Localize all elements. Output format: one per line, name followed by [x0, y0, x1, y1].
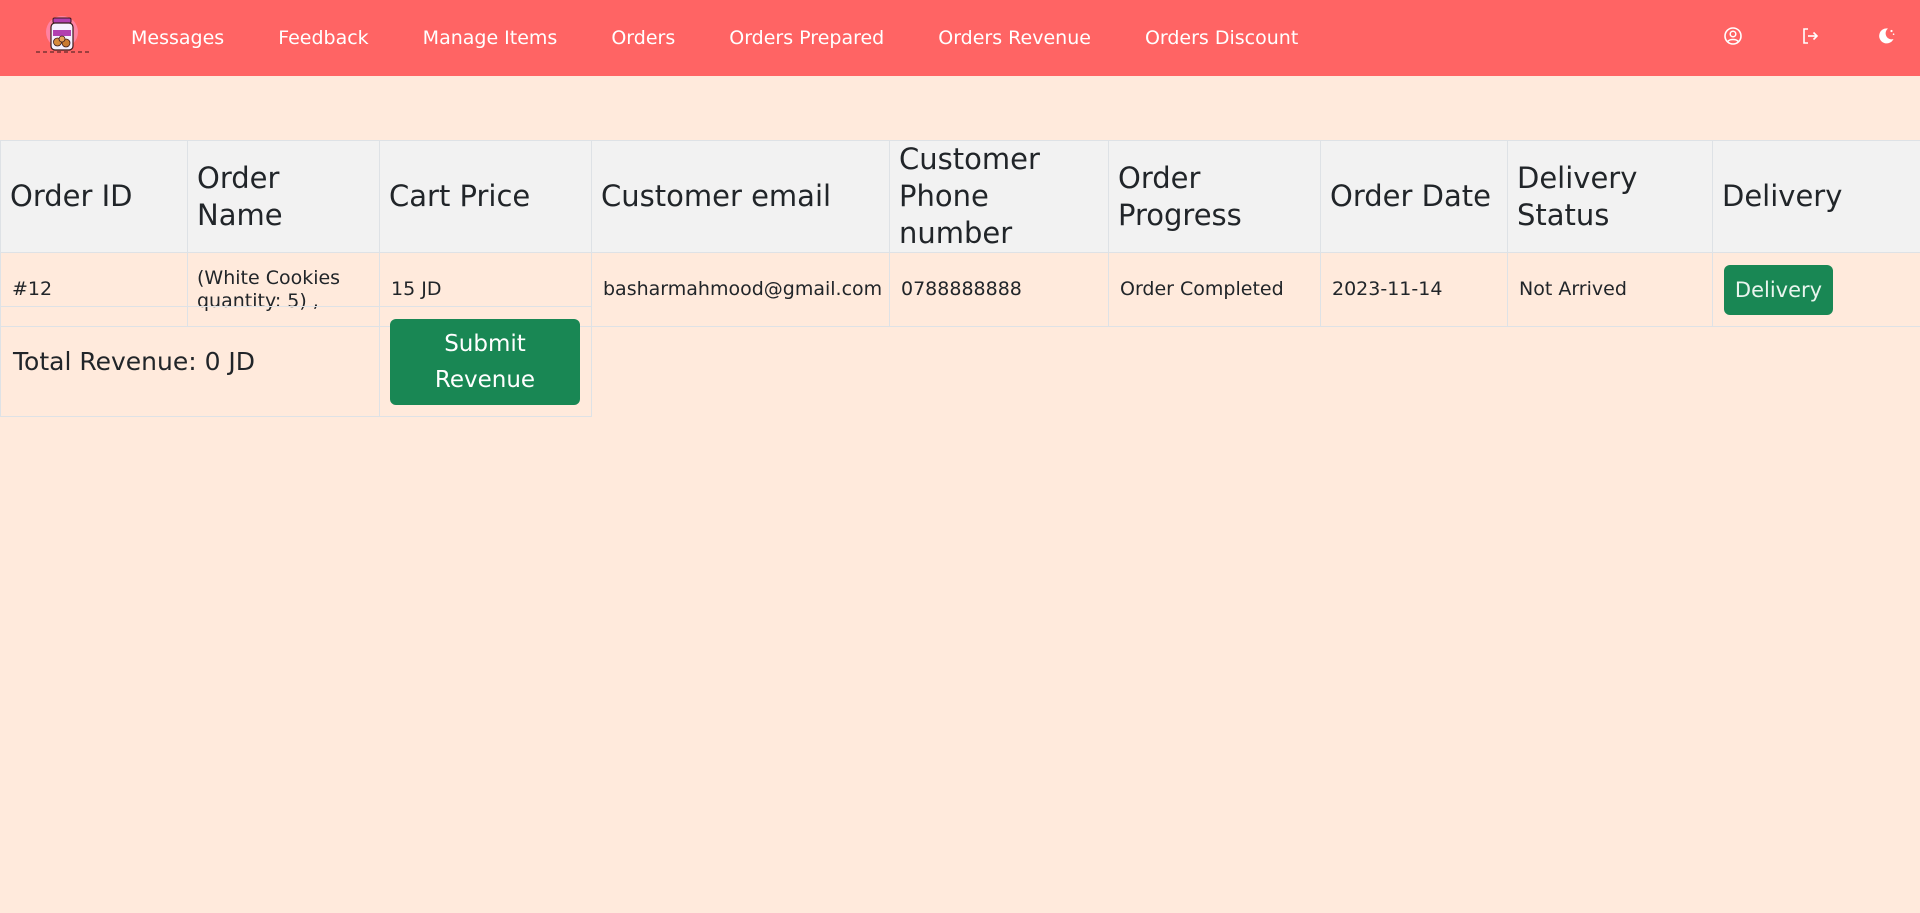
cell-delivery: Delivery: [1712, 252, 1920, 327]
nav-link-messages[interactable]: Messages: [131, 27, 224, 49]
nav-links: Messages Feedback Manage Items Orders Or…: [131, 0, 1352, 76]
top-navbar: Messages Feedback Manage Items Orders Or…: [0, 0, 1920, 76]
cookie-jar-logo-icon: [36, 16, 90, 53]
header-delivery: Delivery: [1712, 140, 1920, 253]
nav-link-orders-discount[interactable]: Orders Discount: [1145, 27, 1298, 49]
header-customer-phone: Customer Phone number: [889, 140, 1109, 253]
nav-link-orders[interactable]: Orders: [611, 27, 675, 49]
header-order-name: Order Name: [187, 140, 380, 253]
cell-customer-email: basharmahmood@gmail.com: [591, 252, 890, 327]
header-order-date: Order Date: [1320, 140, 1508, 253]
delivery-button[interactable]: Delivery: [1724, 264, 1833, 315]
brand-logo[interactable]: [34, 14, 92, 56]
nav-link-feedback[interactable]: Feedback: [278, 27, 368, 49]
cell-delivery-status: Not Arrived: [1507, 252, 1713, 327]
cell-customer-phone: 0788888888: [889, 252, 1109, 327]
cell-order-progress: Order Completed: [1108, 252, 1321, 327]
cell-order-date: 2023-11-14: [1320, 252, 1508, 327]
header-customer-email: Customer email: [591, 140, 890, 253]
nav-link-manage-items[interactable]: Manage Items: [423, 27, 558, 49]
nav-link-orders-revenue[interactable]: Orders Revenue: [938, 27, 1091, 49]
total-revenue-label: Total Revenue: 0 JD: [0, 306, 380, 417]
revenue-row: Total Revenue: 0 JD Submit Revenue: [0, 306, 592, 417]
logout-icon[interactable]: [1800, 26, 1820, 46]
submit-revenue-cell: Submit Revenue: [379, 306, 592, 417]
header-delivery-status: Delivery Status: [1507, 140, 1713, 253]
table-header-row: Order ID Order Name Cart Price Customer …: [0, 140, 1920, 253]
submit-revenue-button[interactable]: Submit Revenue: [390, 318, 580, 405]
user-circle-icon[interactable]: [1723, 26, 1743, 46]
revenue-summary: Total Revenue: 0 JD Submit Revenue: [0, 306, 592, 417]
header-cart-price: Cart Price: [379, 140, 592, 253]
nav-link-orders-prepared[interactable]: Orders Prepared: [729, 27, 884, 49]
dark-mode-icon[interactable]: [1876, 26, 1896, 46]
orders-revenue-table: Order ID Order Name Cart Price Customer …: [0, 140, 1920, 327]
header-order-id: Order ID: [0, 140, 188, 253]
header-order-progress: Order Progress: [1108, 140, 1321, 253]
